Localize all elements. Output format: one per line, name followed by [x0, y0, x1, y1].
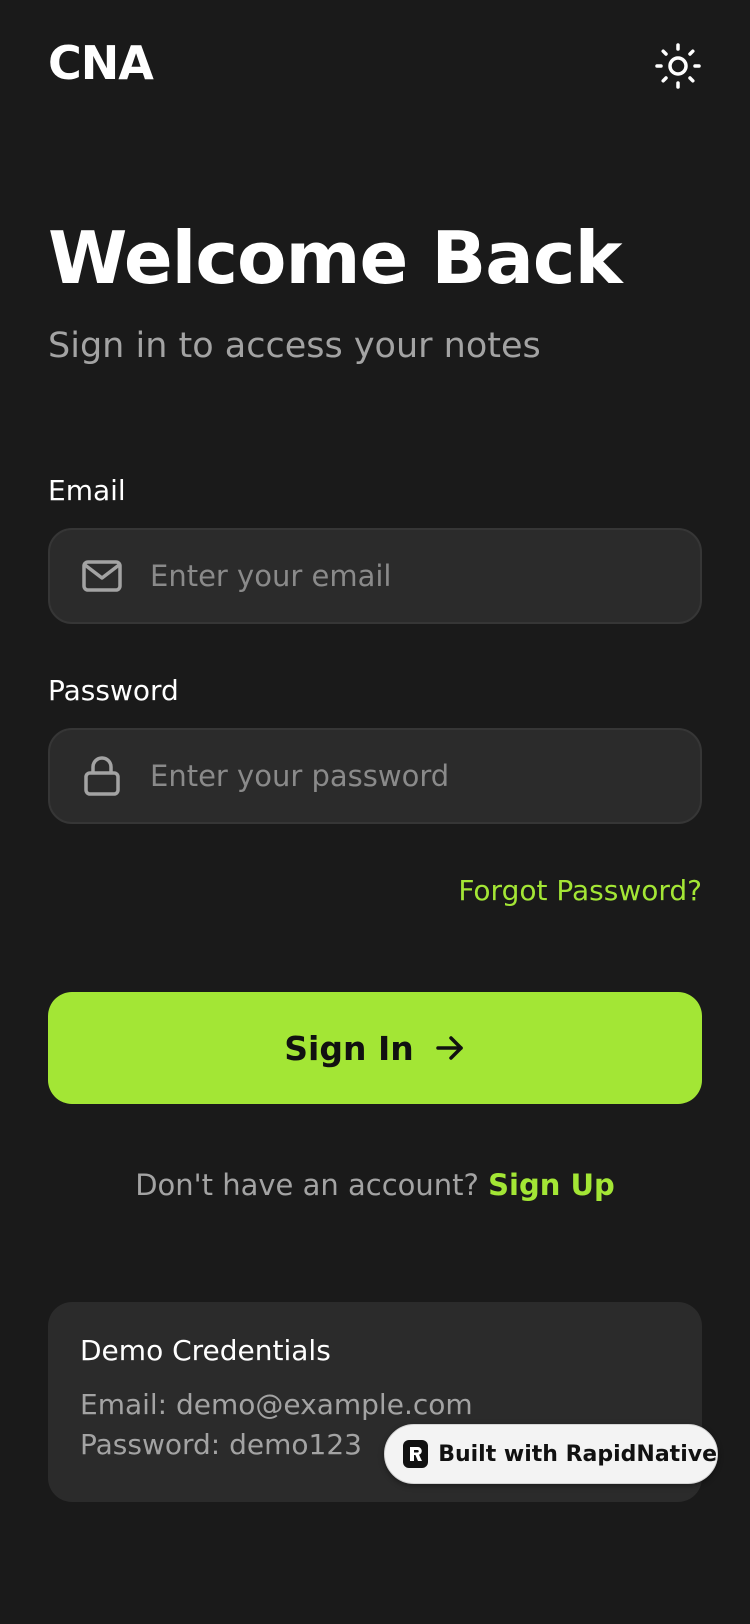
theme-toggle-button[interactable] [650, 38, 706, 94]
page-subtitle: Sign in to access your notes [48, 326, 541, 366]
email-label: Email [48, 474, 126, 507]
lock-icon [82, 756, 122, 796]
rapidnative-logo-icon [403, 1440, 429, 1468]
arrow-right-icon [434, 1032, 466, 1064]
signup-prompt-text: Don't have an account? [135, 1168, 479, 1202]
forgot-password-link[interactable]: Forgot Password? [458, 874, 702, 907]
password-label: Password [48, 674, 179, 707]
signup-prompt-row: Don't have an account? Sign Up [0, 1168, 750, 1202]
built-with-badge[interactable]: Built with RapidNative [384, 1424, 718, 1484]
password-field[interactable] [48, 728, 702, 824]
password-input[interactable] [148, 758, 700, 794]
page-title: Welcome Back [48, 216, 622, 300]
logo: CNA [48, 36, 154, 90]
email-field[interactable] [48, 528, 702, 624]
built-with-label: Built with RapidNative [438, 1441, 717, 1467]
mail-icon [82, 556, 122, 596]
demo-credentials-title: Demo Credentials [80, 1334, 331, 1367]
sign-in-label: Sign In [284, 1028, 414, 1068]
sun-icon [654, 42, 702, 90]
sign-up-link[interactable]: Sign Up [488, 1168, 615, 1202]
sign-in-button[interactable]: Sign In [48, 992, 702, 1104]
demo-email-line: Email: demo@example.com [80, 1388, 473, 1421]
email-input[interactable] [148, 558, 700, 594]
